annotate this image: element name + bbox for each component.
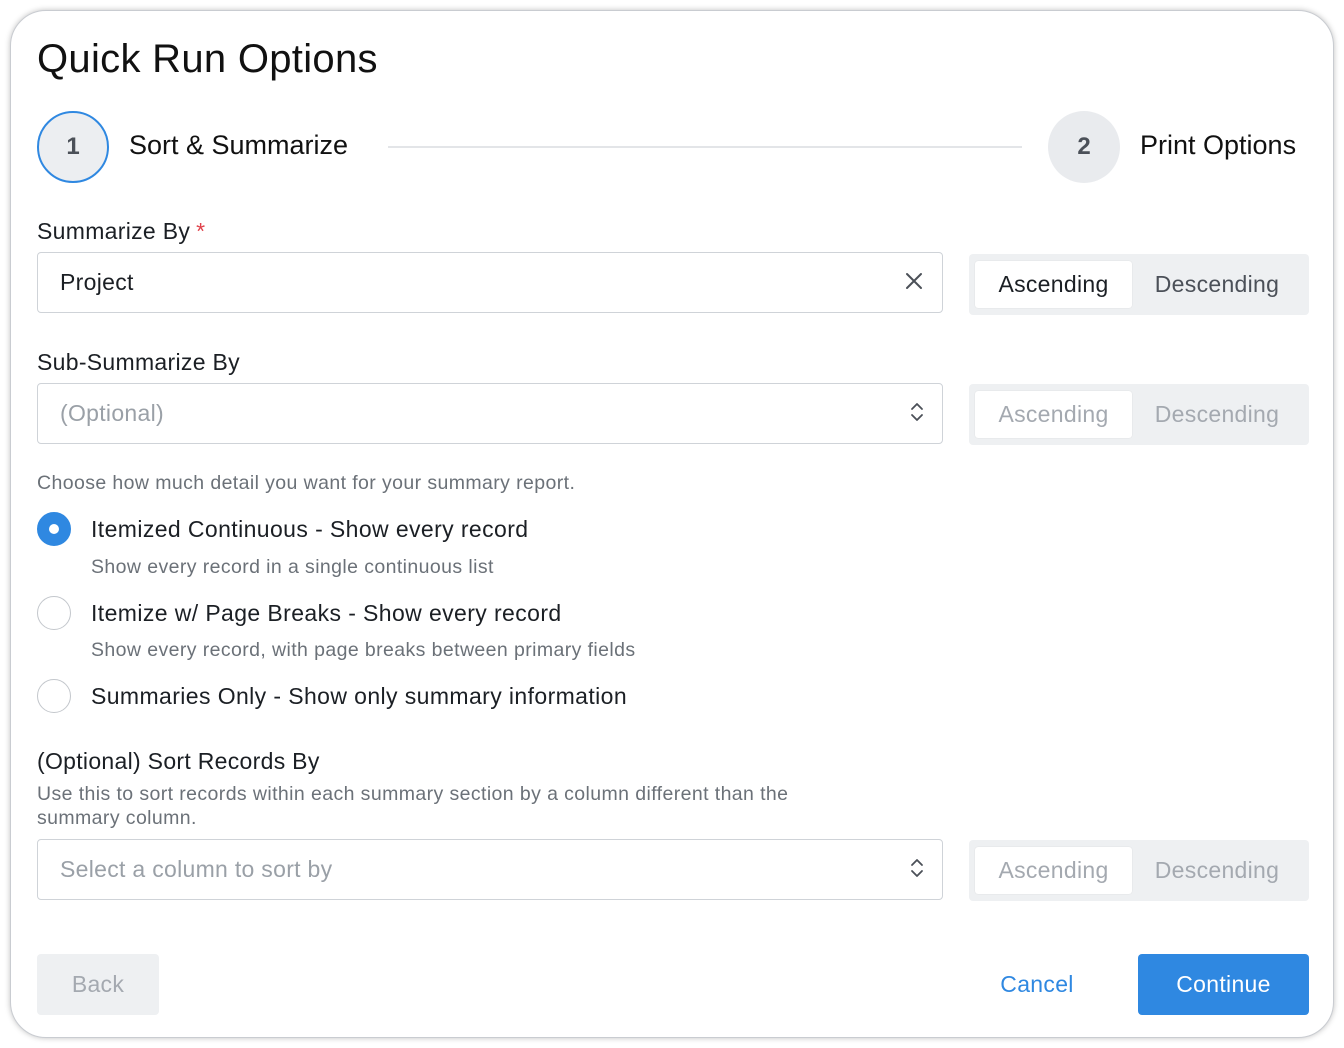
back-button[interactable]: Back: [37, 954, 159, 1015]
updown-chevron-icon: [910, 401, 924, 427]
summarize-by-label: Summarize By *: [37, 218, 205, 245]
cancel-button[interactable]: Cancel: [971, 954, 1103, 1015]
updown-chevron-icon: [910, 857, 924, 883]
summarize-by-value: Project: [60, 269, 134, 295]
sub-summarize-by-label: Sub-Summarize By: [37, 349, 240, 375]
summarize-by-ascending-button[interactable]: Ascending: [975, 261, 1132, 308]
summarize-by-select[interactable]: Project: [37, 252, 943, 313]
sub-summarize-by-placeholder: (Optional): [60, 400, 164, 426]
continue-button[interactable]: Continue: [1138, 954, 1309, 1015]
sort-records-by-select[interactable]: Select a column to sort by: [37, 839, 943, 900]
stepper-connector: [388, 146, 1022, 148]
sort-records-by-placeholder: Select a column to sort by: [60, 856, 333, 882]
sort-records-order-toggle: Ascending Descending: [969, 840, 1309, 901]
radio-itemized-continuous-label[interactable]: Itemized Continuous - Show every record: [91, 516, 528, 543]
summarize-by-descending-button[interactable]: Descending: [1132, 261, 1302, 308]
sort-records-ascending-button[interactable]: Ascending: [975, 847, 1132, 894]
close-icon[interactable]: [904, 271, 924, 295]
detail-help-text: Choose how much detail you want for your…: [37, 472, 576, 494]
sort-records-help-line-1: Use this to sort records within each sum…: [37, 783, 789, 805]
sub-summarize-by-select[interactable]: (Optional): [37, 383, 943, 444]
step-1-label[interactable]: Sort & Summarize: [129, 130, 348, 161]
radio-itemized-continuous-description: Show every record in a single continuous…: [91, 556, 494, 578]
step-2-label[interactable]: Print Options: [1140, 130, 1296, 161]
radio-itemize-page-breaks[interactable]: [37, 596, 71, 630]
sort-records-by-label: (Optional) Sort Records By: [37, 748, 320, 774]
sort-records-help-line-2: summary column.: [37, 807, 197, 829]
step-2-number: 2: [1077, 133, 1091, 160]
sub-summarize-by-order-toggle: Ascending Descending: [969, 384, 1309, 445]
summarize-by-label-text: Summarize By: [37, 218, 191, 244]
radio-itemize-page-breaks-description: Show every record, with page breaks betw…: [91, 639, 636, 661]
summarize-by-order-toggle: Ascending Descending: [969, 254, 1309, 315]
required-marker: *: [196, 218, 206, 244]
quick-run-options-dialog: Quick Run Options 1 Sort & Summarize 2 P…: [10, 10, 1334, 1038]
step-2-indicator[interactable]: 2: [1048, 111, 1120, 183]
sub-summarize-by-ascending-button[interactable]: Ascending: [975, 391, 1132, 438]
sort-records-descending-button[interactable]: Descending: [1132, 847, 1302, 894]
step-1-number: 1: [66, 133, 80, 160]
radio-summaries-only[interactable]: [37, 679, 71, 713]
radio-summaries-only-label[interactable]: Summaries Only - Show only summary infor…: [91, 683, 627, 710]
radio-itemize-page-breaks-label[interactable]: Itemize w/ Page Breaks - Show every reco…: [91, 600, 562, 627]
step-1-indicator[interactable]: 1: [37, 111, 109, 183]
dialog-title: Quick Run Options: [37, 37, 378, 81]
sub-summarize-by-descending-button[interactable]: Descending: [1132, 391, 1302, 438]
radio-itemized-continuous[interactable]: [37, 512, 71, 546]
